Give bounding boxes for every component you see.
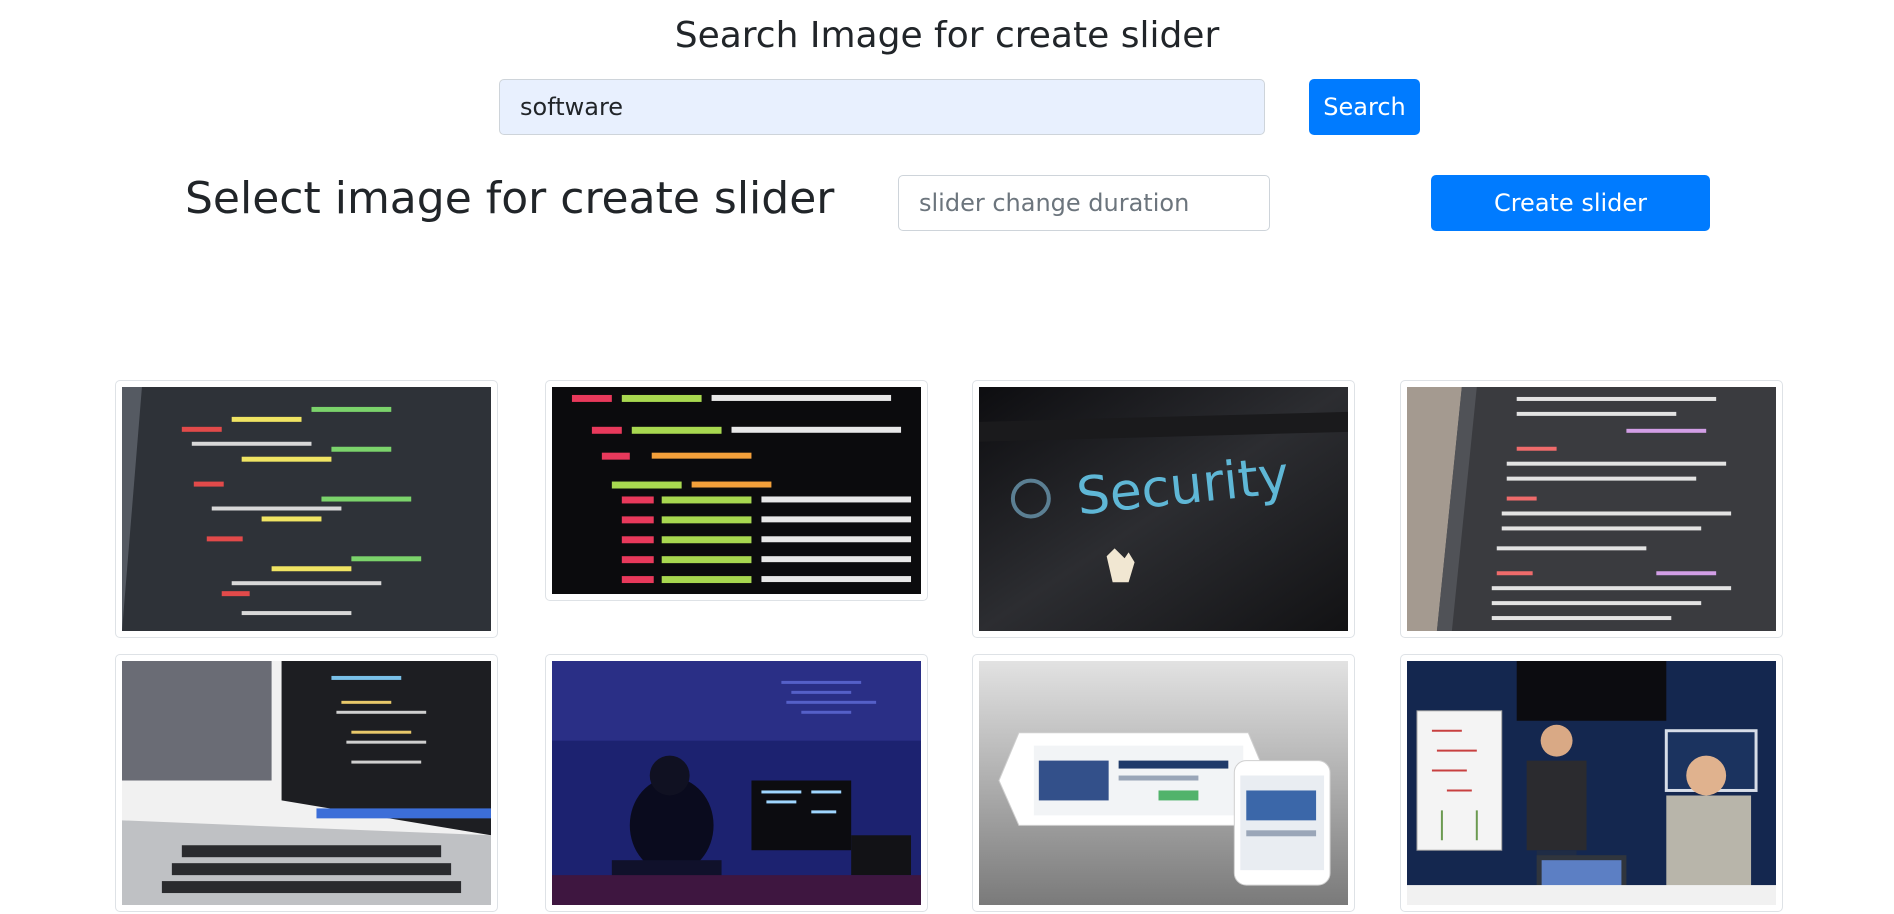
image-card[interactable] [115, 380, 498, 638]
page-title: Search Image for create slider [674, 15, 1220, 56]
image-card[interactable] [1400, 380, 1783, 638]
image-card[interactable] [1400, 654, 1783, 912]
search-input[interactable] [499, 79, 1265, 135]
tablet-phone-image [979, 661, 1348, 905]
developer-desk-image [552, 661, 921, 905]
laptop-code-image [122, 661, 491, 905]
security-image: Security [979, 387, 1348, 631]
html-code-image [552, 387, 921, 594]
image-card[interactable] [972, 654, 1355, 912]
create-slider-button[interactable]: Create slider [1431, 175, 1710, 231]
image-card[interactable] [115, 654, 498, 912]
image-card[interactable] [545, 380, 928, 601]
javascript-code-image [1407, 387, 1776, 631]
presentation-image [1407, 661, 1776, 905]
image-card[interactable] [545, 654, 928, 912]
search-button[interactable]: Search [1309, 79, 1420, 135]
slider-duration-input[interactable] [898, 175, 1270, 231]
image-card[interactable]: Security [972, 380, 1355, 638]
code-monitor-image [122, 387, 491, 631]
slider-section-title: Select image for create slider [185, 173, 835, 224]
